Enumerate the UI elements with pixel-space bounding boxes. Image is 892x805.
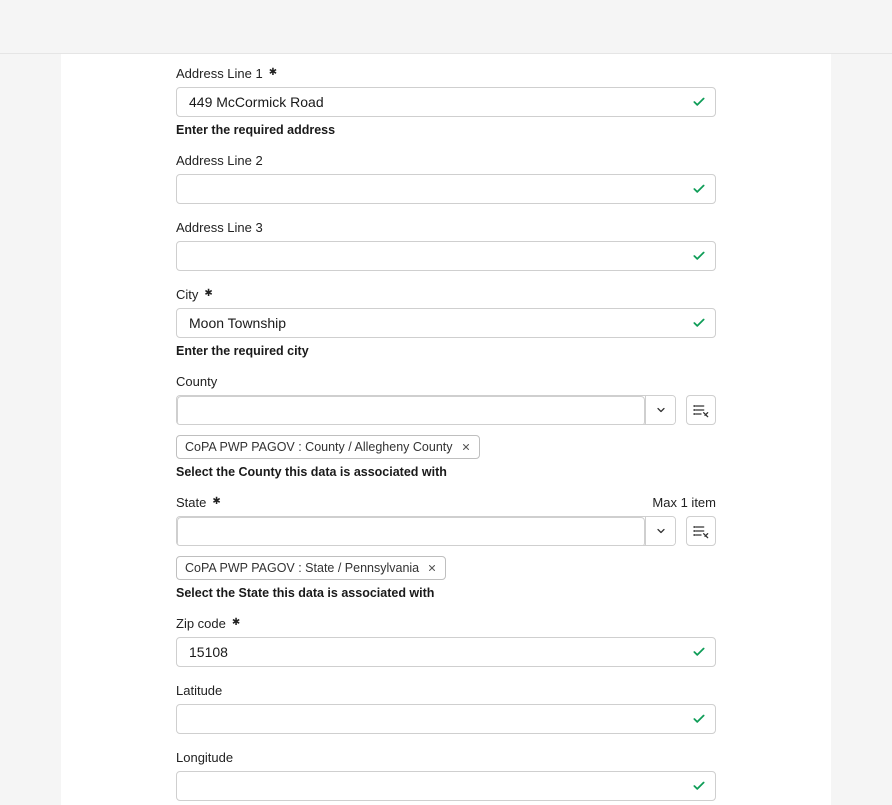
check-icon	[692, 95, 706, 109]
address3-input[interactable]	[176, 241, 716, 271]
check-icon	[692, 779, 706, 793]
address2-label: Address Line 2	[176, 153, 263, 168]
county-combo[interactable]	[176, 395, 676, 425]
check-icon	[692, 316, 706, 330]
state-help: Select the State this data is associated…	[176, 586, 716, 600]
top-bar	[0, 0, 892, 54]
state-browse-button[interactable]	[686, 516, 716, 546]
required-icon: ✱	[232, 617, 240, 628]
address1-label: Address Line 1 ✱	[176, 66, 277, 81]
field-latitude: Latitude	[176, 683, 716, 734]
label-text: State	[176, 495, 206, 510]
field-city: City ✱ Enter the required city	[176, 287, 716, 358]
field-address1: Address Line 1 ✱ Enter the required addr…	[176, 66, 716, 137]
state-chip: CoPA PWP PAGOV : State / Pennsylvania	[176, 556, 446, 580]
check-icon	[692, 182, 706, 196]
address2-input[interactable]	[176, 174, 716, 204]
longitude-input[interactable]	[176, 771, 716, 801]
county-input[interactable]	[177, 396, 645, 425]
latitude-label: Latitude	[176, 683, 222, 698]
required-icon: ✱	[204, 288, 212, 299]
zip-label: Zip code ✱	[176, 616, 240, 631]
label-text: Zip code	[176, 616, 226, 631]
check-icon	[692, 249, 706, 263]
state-toggle[interactable]	[645, 517, 675, 545]
longitude-label: Longitude	[176, 750, 233, 765]
county-help: Select the County this data is associate…	[176, 465, 716, 479]
state-label: State ✱	[176, 495, 221, 510]
latitude-input[interactable]	[176, 704, 716, 734]
chip-remove[interactable]	[461, 442, 471, 452]
chip-remove[interactable]	[427, 563, 437, 573]
check-icon	[692, 712, 706, 726]
city-input[interactable]	[176, 308, 716, 338]
form-card: Address Line 1 ✱ Enter the required addr…	[61, 54, 831, 805]
field-address3: Address Line 3	[176, 220, 716, 271]
field-zip: Zip code ✱	[176, 616, 716, 667]
chip-label: CoPA PWP PAGOV : State / Pennsylvania	[185, 561, 419, 575]
field-longitude: Longitude	[176, 750, 716, 801]
page-wrap: Address Line 1 ✱ Enter the required addr…	[0, 54, 892, 805]
state-max-note: Max 1 item	[652, 495, 716, 510]
label-text: City	[176, 287, 198, 302]
city-label: City ✱	[176, 287, 213, 302]
state-combo[interactable]	[176, 516, 676, 546]
check-icon	[692, 645, 706, 659]
field-address2: Address Line 2	[176, 153, 716, 204]
address3-label: Address Line 3	[176, 220, 263, 235]
county-browse-button[interactable]	[686, 395, 716, 425]
chip-label: CoPA PWP PAGOV : County / Allegheny Coun…	[185, 440, 453, 454]
required-icon: ✱	[212, 496, 220, 507]
field-state: State ✱ Max 1 item	[176, 495, 716, 600]
label-text: Address Line 1	[176, 66, 263, 81]
county-label: County	[176, 374, 217, 389]
state-input[interactable]	[177, 517, 645, 546]
required-icon: ✱	[269, 67, 277, 78]
zip-input[interactable]	[176, 637, 716, 667]
county-chip: CoPA PWP PAGOV : County / Allegheny Coun…	[176, 435, 480, 459]
city-help: Enter the required city	[176, 344, 716, 358]
county-toggle[interactable]	[645, 396, 675, 424]
address1-help: Enter the required address	[176, 123, 716, 137]
field-county: County CoPA PWP PAGOV : County / Alle	[176, 374, 716, 479]
address1-input[interactable]	[176, 87, 716, 117]
